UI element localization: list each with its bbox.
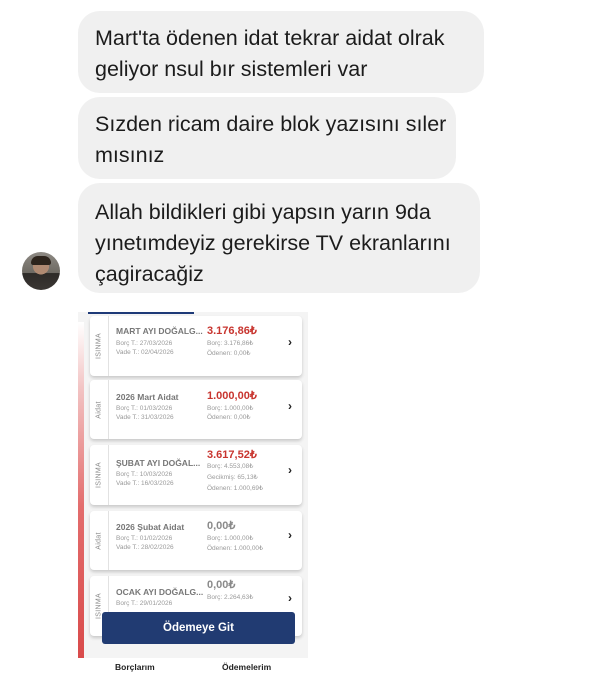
debt-total: Borç: 1.000,00₺ bbox=[207, 535, 254, 542]
debt-total: Borç: 2.264,63₺ bbox=[207, 594, 254, 601]
overdue-amount: Gecikmiş: 65,13₺ bbox=[207, 474, 258, 481]
debt-amount: 0,00₺ bbox=[207, 520, 236, 532]
paid-amount: Ödenen: 0,00₺ bbox=[207, 350, 251, 357]
due-date: Vade T.: 16/03/2026 bbox=[116, 480, 174, 487]
sender-avatar[interactable] bbox=[22, 252, 60, 290]
category-label: Aidat bbox=[90, 380, 109, 439]
chevron-right-icon[interactable]: › bbox=[288, 463, 292, 477]
debt-title: ŞUBAT AYI DOĞAL... bbox=[116, 458, 201, 468]
chevron-right-icon[interactable]: › bbox=[288, 528, 292, 542]
due-date: Vade T.: 31/03/2026 bbox=[116, 414, 174, 421]
debt-title: 2026 Mart Aidat bbox=[116, 392, 179, 402]
attached-screenshot[interactable]: ISINMA MART AYI DOĞALG... Borç T.: 27/03… bbox=[78, 312, 308, 658]
debt-card[interactable]: Aidat 2026 Mart Aidat Borç T.: 01/03/202… bbox=[90, 380, 302, 439]
debt-total: Borç: 4.553,08₺ bbox=[207, 463, 254, 470]
chevron-right-icon[interactable]: › bbox=[288, 591, 292, 605]
chevron-right-icon[interactable]: › bbox=[288, 399, 292, 413]
overdue-indicator-bar bbox=[78, 322, 84, 658]
message-text: Mart'ta ödenen idat tekrar aidat olrak bbox=[95, 26, 445, 50]
message-bubble: Allah bildikleri gibi yapsın yarın 9da y… bbox=[78, 183, 480, 293]
paid-amount: Ödenen: 1.000,69₺ bbox=[207, 485, 264, 492]
due-date: Vade T.: 02/04/2026 bbox=[116, 349, 174, 356]
message-text: yınetımdeyiz gerekirse TV ekranlarını bbox=[95, 231, 451, 255]
message-text: Allah bildikleri gibi yapsın yarın 9da bbox=[95, 200, 431, 224]
debt-title: 2026 Şubat Aidat bbox=[116, 522, 185, 532]
debt-title: OCAK AYI DOĞALG... bbox=[116, 587, 204, 597]
debt-amount: 0,00₺ bbox=[207, 579, 236, 591]
due-date: Vade T.: 28/02/2026 bbox=[116, 544, 174, 551]
debt-date: Borç T.: 29/01/2026 bbox=[116, 600, 173, 607]
debt-amount: 3.176,86₺ bbox=[207, 325, 257, 337]
message-text: mısınız bbox=[95, 143, 165, 167]
chevron-right-icon[interactable]: › bbox=[288, 335, 292, 349]
category-label: ISINMA bbox=[90, 316, 109, 376]
go-to-payment-button[interactable]: Ödemeye Git bbox=[102, 612, 295, 644]
debt-card[interactable]: ISINMA ŞUBAT AYI DOĞAL... Borç T.: 10/03… bbox=[90, 445, 302, 505]
debt-card[interactable]: Aidat 2026 Şubat Aidat Borç T.: 01/02/20… bbox=[90, 511, 302, 570]
tab-borclarim[interactable]: Borçlarım bbox=[115, 662, 155, 672]
paid-amount: Ödenen: 1.000,00₺ bbox=[207, 545, 264, 552]
debt-amount: 3.617,52₺ bbox=[207, 449, 257, 461]
message-bubble: Sızden ricam daire blok yazısını sıler m… bbox=[78, 97, 456, 179]
debt-total: Borç: 3.176,86₺ bbox=[207, 340, 254, 347]
tab-odemelerim[interactable]: Ödemelerim bbox=[222, 662, 271, 672]
category-label: ISINMA bbox=[90, 445, 109, 505]
debt-title: MART AYI DOĞALG... bbox=[116, 326, 203, 336]
message-text: Sızden ricam daire blok yazısını sıler bbox=[95, 112, 447, 136]
debt-amount: 1.000,00₺ bbox=[207, 390, 257, 402]
paid-amount: Ödenen: 0,00₺ bbox=[207, 414, 251, 421]
active-tab-indicator bbox=[88, 312, 194, 314]
message-text: çagiracağiz bbox=[95, 262, 204, 286]
message-text: geliyor nsul bır sistemleri var bbox=[95, 57, 368, 81]
message-bubble: Mart'ta ödenen idat tekrar aidat olrak g… bbox=[78, 11, 484, 93]
category-label: Aidat bbox=[90, 511, 109, 570]
debt-card[interactable]: ISINMA MART AYI DOĞALG... Borç T.: 27/03… bbox=[90, 316, 302, 376]
